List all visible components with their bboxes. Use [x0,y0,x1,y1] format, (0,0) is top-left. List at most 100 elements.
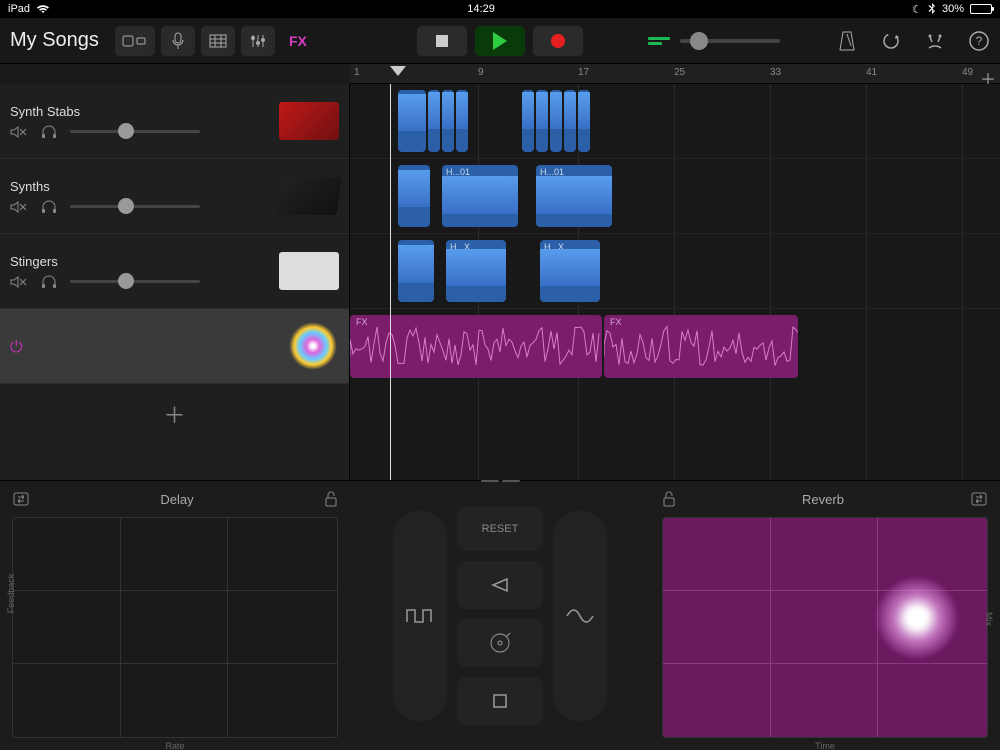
square-icon [492,693,508,709]
audio-region[interactable] [442,90,454,152]
add-track-button[interactable]: ＋ [0,384,349,444]
headphones-button[interactable] [40,125,58,139]
battery-pct: 30% [942,3,964,15]
ruler-mark: 41 [866,67,877,78]
mixer-button[interactable] [241,26,275,56]
mute-button[interactable] [10,125,28,139]
fx-thumb-icon[interactable] [289,322,337,370]
instrument-thumb[interactable] [279,252,339,290]
record-icon [551,34,565,48]
audio-region[interactable] [522,90,534,152]
record-button[interactable] [533,26,583,56]
fx-lane[interactable]: FXFX [350,309,1000,384]
ruler-mark: 1 [354,67,360,78]
fx-center-controls: RESET [350,481,650,750]
mic-button[interactable] [161,26,195,56]
track-lane[interactable]: H...X H...X [350,234,1000,309]
play-icon [493,32,507,50]
reset-button[interactable]: RESET [457,507,543,551]
axis-label: Feedback [6,573,16,613]
repeater-left-pad[interactable] [393,511,447,721]
battery-icon [970,4,992,14]
reverb-xy-pad[interactable]: Mix Time [662,517,988,738]
audio-region[interactable] [578,90,590,152]
repeater-right-pad[interactable] [553,511,607,721]
audio-region[interactable]: H...X [446,240,506,302]
audio-region[interactable] [398,90,426,152]
lock-icon[interactable] [662,491,676,507]
reverse-button[interactable] [457,561,543,609]
audio-region[interactable] [428,90,440,152]
square-wave-icon [405,606,435,626]
toolbar: My Songs FX ? [0,18,1000,64]
headphones-button[interactable] [40,275,58,289]
clock: 14:29 [467,3,495,15]
audio-region[interactable] [550,90,562,152]
sine-wave-icon [565,606,595,626]
audio-region[interactable] [398,165,430,227]
instrument-thumb[interactable] [279,102,339,140]
swap-icon[interactable] [12,491,30,507]
fx-region[interactable]: FX [604,315,798,378]
audio-region[interactable]: H...01 [536,165,612,227]
audio-region[interactable]: H...01 [442,165,518,227]
help-button[interactable]: ? [968,30,990,52]
metronome-button[interactable] [836,30,858,52]
turntable-icon [488,631,512,655]
stop-fx-button[interactable] [457,677,543,725]
reverb-pad-section: Reverb Mix Time [650,481,1000,750]
master-volume-slider[interactable] [680,39,780,43]
audio-region[interactable]: H...X [540,240,600,302]
instrument-thumb[interactable] [276,177,341,215]
fx-track-header[interactable]: ⏻ [0,309,349,384]
playhead-line [390,84,391,480]
swap-icon[interactable] [970,491,988,507]
level-meter-icon [648,37,670,45]
axis-label: Time [815,741,835,750]
moon-icon: ☾ [912,3,922,16]
wifi-icon [36,4,50,14]
track-sidebar: Synth Stabs Synths Stingers [0,84,350,480]
device-label: iPad [8,3,30,15]
loop-button[interactable] [880,30,902,52]
audio-region[interactable] [536,90,548,152]
mute-button[interactable] [10,200,28,214]
track-header[interactable]: Synth Stabs [0,84,349,159]
lock-icon[interactable] [324,491,338,507]
scratch-button[interactable] [457,619,543,667]
track-lane[interactable] [350,84,1000,159]
track-lane[interactable]: H...01 H...01 [350,159,1000,234]
stop-button[interactable] [417,26,467,56]
audio-region[interactable] [456,90,468,152]
fx-region[interactable]: FX [350,315,602,378]
axis-label: Rate [165,741,184,750]
fx-panel: Delay Feedback Rate RESET Reverb [0,480,1000,750]
mute-button[interactable] [10,275,28,289]
arrangement-area[interactable]: H...01 H...01 H...X H...X FXFX [350,84,1000,480]
reverb-title: Reverb [802,492,844,507]
track-volume-slider[interactable] [70,205,200,208]
play-button[interactable] [475,26,525,56]
back-button[interactable]: My Songs [10,29,99,52]
timeline-ruler[interactable]: 1 9 17 25 33 41 49 ＋ [350,64,1000,84]
axis-label: Mix [984,612,994,626]
view-browser-button[interactable] [115,26,155,56]
panel-drag-handle[interactable] [480,480,520,484]
svg-text:?: ? [976,34,983,48]
bluetooth-icon [928,3,936,15]
headphones-button[interactable] [40,200,58,214]
audio-region[interactable] [564,90,576,152]
fx-button[interactable]: FX [281,26,315,56]
ruler-mark: 49 [962,67,973,78]
stop-icon [436,35,448,47]
track-header[interactable]: Stingers [0,234,349,309]
track-volume-slider[interactable] [70,280,200,283]
playhead-handle[interactable] [390,66,406,76]
track-volume-slider[interactable] [70,130,200,133]
settings-button[interactable] [924,30,946,52]
status-bar: iPad 14:29 ☾ 30% [0,0,1000,18]
grid-button[interactable] [201,26,235,56]
delay-xy-pad[interactable]: Feedback Rate [12,517,338,738]
audio-region[interactable] [398,240,434,302]
track-header[interactable]: Synths [0,159,349,234]
